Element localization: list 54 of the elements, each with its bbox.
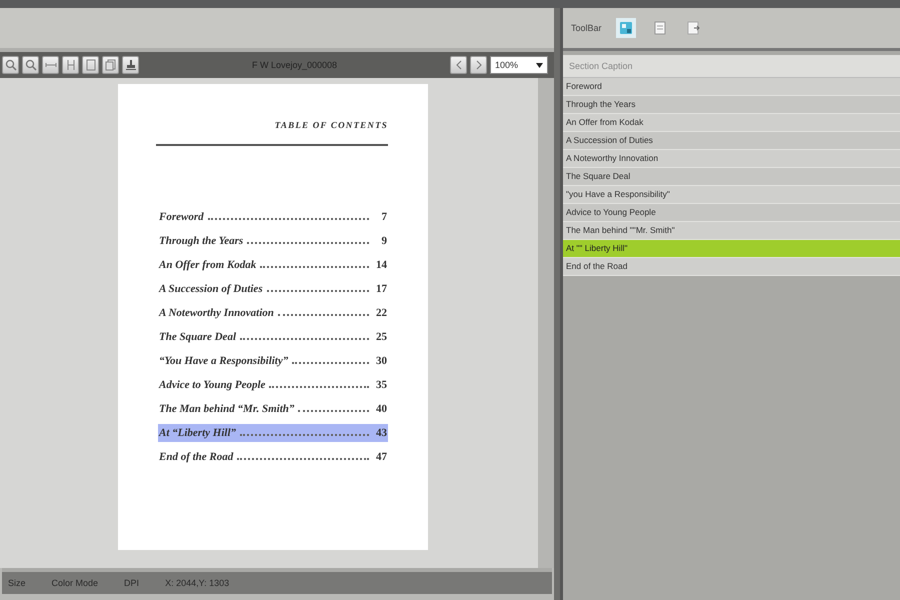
column-header: Section Caption [563,55,900,78]
section-row[interactable]: A Noteworthy Innovation [563,150,900,168]
page-icon[interactable] [82,56,99,74]
page-number: 35 [375,378,387,393]
page-heading: TABLE OF CONTENTS [274,120,388,130]
section-row[interactable]: An Offer from Kodak [563,114,900,132]
fit-width-icon[interactable] [42,56,59,74]
section-row[interactable]: The Square Deal [563,168,900,186]
status-item: Size [8,578,26,588]
image-icon[interactable] [616,18,636,38]
entry-title: End of the Road [159,450,234,465]
zoom-dropdown[interactable]: 100% [490,56,548,74]
toolbar-label: ToolBar [571,23,602,33]
section-row[interactable]: Advice to Young People [563,204,900,222]
page-number: 30 [375,354,387,369]
entry-title: Foreword [159,210,204,225]
entry-title: Advice to Young People [159,378,266,393]
section-row[interactable]: End of the Road [563,258,900,276]
page-number: 14 [375,258,387,273]
entry-title: The Man behind “Mr. Smith” [159,402,294,417]
entry-title: Through the Years [159,234,244,249]
section-row[interactable]: The Man behind ""Mr. Smith" [563,222,900,240]
zoom-out-icon[interactable] [22,56,39,74]
entry-title: An Offer from Kodak [159,258,256,273]
page-number: 43 [375,426,387,441]
page-number: 22 [375,306,387,321]
chevron-left-icon [456,60,462,70]
page-number: 40 [375,402,387,417]
stamp-icon[interactable] [122,56,139,74]
section-row[interactable]: "you Have a Responsibility" [563,186,900,204]
entry-title: “You Have a Responsibility” [159,354,288,369]
section-row[interactable]: A Succession of Duties [563,132,900,150]
page-number: 9 [380,234,387,249]
section-row[interactable]: Through the Years [563,96,900,114]
page-number: 17 [375,282,387,297]
pages-icon[interactable] [102,56,119,74]
entry-title: A Succession of Duties [159,282,263,297]
page-number: 47 [375,450,387,465]
caret-icon [536,62,543,68]
entry-title: At “Liberty Hill” [159,426,236,441]
entry-title: A Noteworthy Innovation [159,306,274,321]
chevron-right-icon [476,60,482,70]
status-item: X: 2044,Y: 1303 [165,578,230,588]
file-name: F W Lovejoy_000008 [250,60,338,70]
next-page-button[interactable] [470,56,487,74]
previous-page-button[interactable] [450,56,467,74]
status-item: Color Mode [52,578,98,588]
section-row[interactable]: At "" Liberty Hill" [563,240,900,258]
page-number: 25 [375,330,387,345]
page-number: 7 [380,210,387,225]
zoom-in-icon[interactable] [2,56,19,74]
entry-title: The Square Deal [159,330,236,345]
section-row[interactable]: Foreword [563,78,900,96]
status-item: DPI [124,578,140,588]
